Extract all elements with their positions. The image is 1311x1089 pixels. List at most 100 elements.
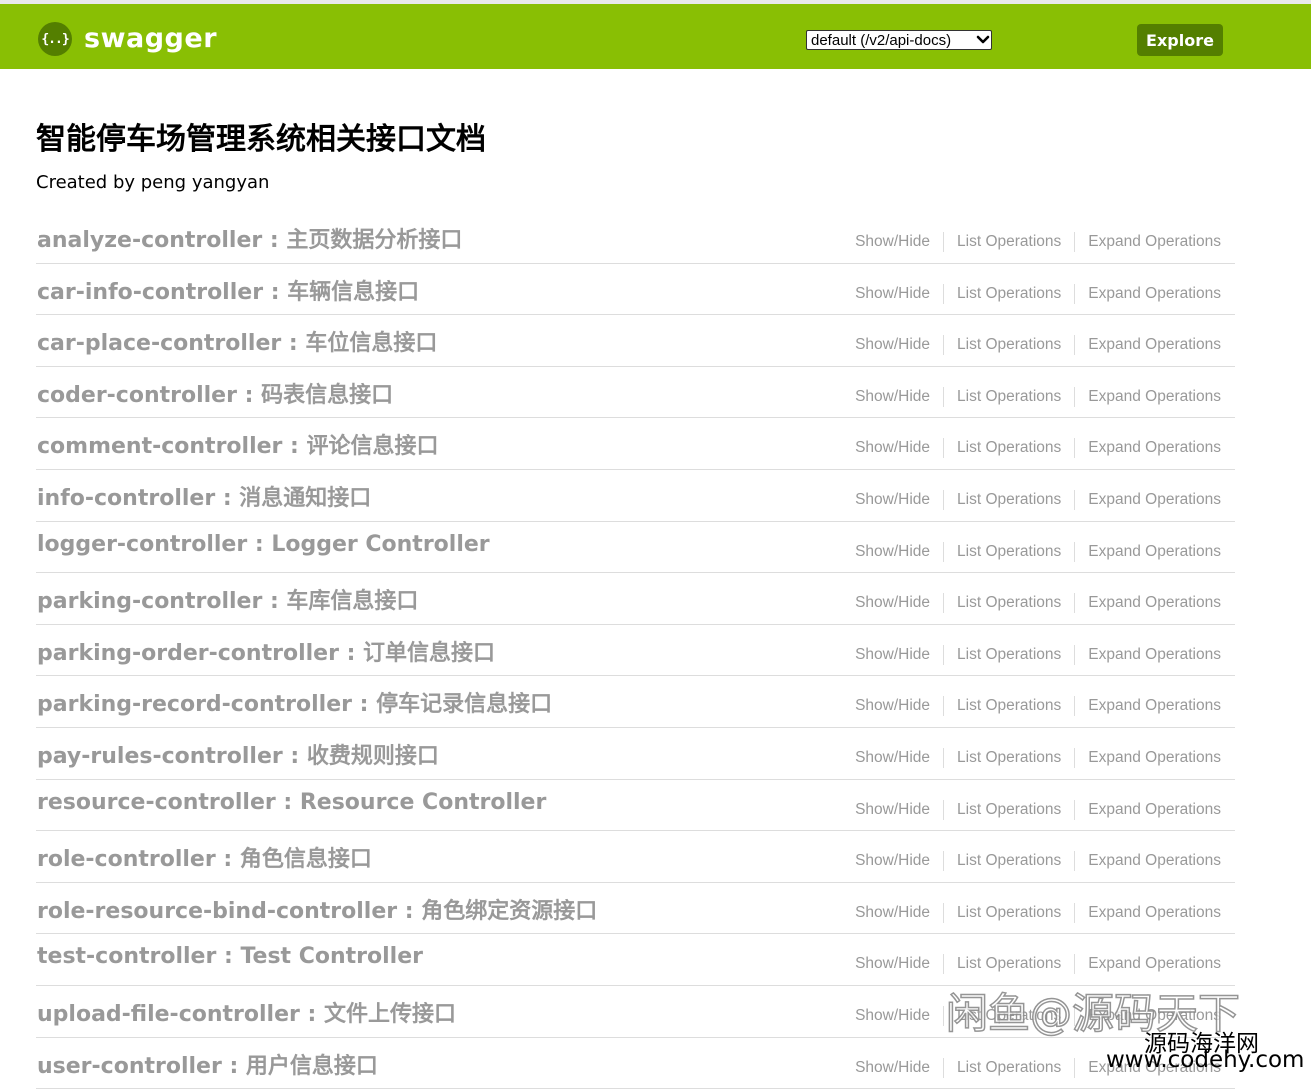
swagger-logo[interactable]: {..} swagger xyxy=(38,22,217,56)
resource-title-link[interactable]: resource-controller : Resource Controlle… xyxy=(37,790,546,815)
action-divider xyxy=(1074,851,1075,871)
expand-operations-link[interactable]: Expand Operations xyxy=(1088,388,1221,406)
swagger-logo-icon: {..} xyxy=(38,22,72,56)
resource-title-link[interactable]: parking-controller : 车库信息接口 xyxy=(37,583,418,615)
action-divider xyxy=(943,696,944,716)
action-divider xyxy=(1074,1006,1075,1026)
expand-operations-link[interactable]: Expand Operations xyxy=(1088,749,1221,767)
resource-title-link[interactable]: analyze-controller : 主页数据分析接口 xyxy=(37,222,462,254)
show-hide-link[interactable]: Show/Hide xyxy=(855,697,930,715)
resource-title-link[interactable]: pay-rules-controller : 收费规则接口 xyxy=(37,738,439,770)
resource-row: parking-record-controller : 停车记录信息接口 Show… xyxy=(36,676,1235,728)
watermark-site-url: www.codehy.com xyxy=(1106,1047,1304,1073)
expand-operations-link[interactable]: Expand Operations xyxy=(1088,594,1221,612)
show-hide-link[interactable]: Show/Hide xyxy=(855,646,930,664)
action-divider xyxy=(943,593,944,613)
action-divider xyxy=(1074,335,1075,355)
list-operations-link[interactable]: List Operations xyxy=(957,801,1061,819)
action-divider xyxy=(943,1006,944,1026)
resource-title-link[interactable]: upload-file-controller : 文件上传接口 xyxy=(37,996,456,1028)
show-hide-link[interactable]: Show/Hide xyxy=(855,233,930,251)
resource-actions: Show/Hide List Operations Expand Operation… xyxy=(855,284,1221,304)
list-operations-link[interactable]: List Operations xyxy=(957,955,1061,973)
list-operations-link[interactable]: List Operations xyxy=(957,749,1061,767)
show-hide-link[interactable]: Show/Hide xyxy=(855,904,930,922)
action-divider xyxy=(943,954,944,974)
action-divider xyxy=(1074,232,1075,252)
list-operations-link[interactable]: List Operations xyxy=(957,697,1061,715)
show-hide-link[interactable]: Show/Hide xyxy=(855,388,930,406)
resource-title-link[interactable]: coder-controller : 码表信息接口 xyxy=(37,377,393,409)
show-hide-link[interactable]: Show/Hide xyxy=(855,543,930,561)
list-operations-link[interactable]: List Operations xyxy=(957,1059,1061,1077)
expand-operations-link[interactable]: Expand Operations xyxy=(1088,646,1221,664)
resource-title-link[interactable]: parking-record-controller : 停车记录信息接口 xyxy=(37,686,552,718)
action-divider xyxy=(1074,490,1075,510)
show-hide-link[interactable]: Show/Hide xyxy=(855,1059,930,1077)
expand-operations-link[interactable]: Expand Operations xyxy=(1088,852,1221,870)
expand-operations-link[interactable]: Expand Operations xyxy=(1088,285,1221,303)
list-operations-link[interactable]: List Operations xyxy=(957,336,1061,354)
action-divider xyxy=(943,490,944,510)
list-operations-link[interactable]: List Operations xyxy=(957,233,1061,251)
show-hide-link[interactable]: Show/Hide xyxy=(855,336,930,354)
expand-operations-link[interactable]: Expand Operations xyxy=(1088,697,1221,715)
action-divider xyxy=(1074,387,1075,407)
resource-title-link[interactable]: info-controller : 消息通知接口 xyxy=(37,480,371,512)
resource-title-link[interactable]: role-resource-bind-controller : 角色绑定资源接口 xyxy=(37,893,597,925)
explore-button[interactable]: Explore xyxy=(1137,24,1223,56)
show-hide-link[interactable]: Show/Hide xyxy=(855,1007,930,1025)
resource-row: test-controller : Test Controller Show/Hi… xyxy=(36,934,1235,986)
resource-actions: Show/Hide List Operations Expand Operation… xyxy=(855,800,1221,820)
list-operations-link[interactable]: List Operations xyxy=(957,543,1061,561)
expand-operations-link[interactable]: Expand Operations xyxy=(1088,336,1221,354)
resource-title-link[interactable]: car-place-controller : 车位信息接口 xyxy=(37,325,437,357)
action-divider xyxy=(1074,696,1075,716)
resource-title-link[interactable]: role-controller : 角色信息接口 xyxy=(37,841,372,873)
resource-row: parking-order-controller : 订单信息接口 Show/Hi… xyxy=(36,625,1235,677)
expand-operations-link[interactable]: Expand Operations xyxy=(1088,801,1221,819)
list-operations-link[interactable]: List Operations xyxy=(957,491,1061,509)
resource-title-link[interactable]: parking-order-controller : 订单信息接口 xyxy=(37,635,495,667)
list-operations-link[interactable]: List Operations xyxy=(957,439,1061,457)
action-divider xyxy=(943,748,944,768)
list-operations-link[interactable]: List Operations xyxy=(957,388,1061,406)
action-divider xyxy=(943,284,944,304)
resource-title-link[interactable]: comment-controller : 评论信息接口 xyxy=(37,428,439,460)
show-hide-link[interactable]: Show/Hide xyxy=(855,439,930,457)
page-title: 智能停车场管理系统相关接口文档 xyxy=(36,114,486,158)
expand-operations-link[interactable]: Expand Operations xyxy=(1088,904,1221,922)
show-hide-link[interactable]: Show/Hide xyxy=(855,852,930,870)
list-operations-link[interactable]: List Operations xyxy=(957,852,1061,870)
list-operations-link[interactable]: List Operations xyxy=(957,904,1061,922)
expand-operations-link[interactable]: Expand Operations xyxy=(1088,233,1221,251)
resource-row: info-controller : 消息通知接口 Show/Hide List Op… xyxy=(36,470,1235,522)
action-divider xyxy=(1074,954,1075,974)
resource-title-link[interactable]: user-controller : 用户信息接口 xyxy=(37,1048,378,1080)
list-operations-link[interactable]: List Operations xyxy=(957,646,1061,664)
show-hide-link[interactable]: Show/Hide xyxy=(855,749,930,767)
expand-operations-link[interactable]: Expand Operations xyxy=(1088,491,1221,509)
resource-title-link[interactable]: car-info-controller : 车辆信息接口 xyxy=(37,274,419,306)
resource-actions: Show/Hide List Operations Expand Operation… xyxy=(855,438,1221,458)
show-hide-link[interactable]: Show/Hide xyxy=(855,285,930,303)
list-operations-link[interactable]: List Operations xyxy=(957,1007,1061,1025)
resource-title-link[interactable]: test-controller : Test Controller xyxy=(37,944,423,969)
action-divider xyxy=(943,645,944,665)
list-operations-link[interactable]: List Operations xyxy=(957,285,1061,303)
show-hide-link[interactable]: Show/Hide xyxy=(855,801,930,819)
api-docs-select-value: default (/v2/api-docs) xyxy=(811,32,975,49)
expand-operations-link[interactable]: Expand Operations xyxy=(1088,955,1221,973)
resource-actions: Show/Hide List Operations Expand Operation… xyxy=(855,387,1221,407)
list-operations-link[interactable]: List Operations xyxy=(957,594,1061,612)
show-hide-link[interactable]: Show/Hide xyxy=(855,955,930,973)
api-docs-select[interactable]: default (/v2/api-docs) xyxy=(806,30,992,50)
expand-operations-link[interactable]: Expand Operations xyxy=(1088,439,1221,457)
resource-row: coder-controller : 码表信息接口 Show/Hide List O… xyxy=(36,367,1235,419)
expand-operations-link[interactable]: Expand Operations xyxy=(1088,543,1221,561)
show-hide-link[interactable]: Show/Hide xyxy=(855,594,930,612)
resource-row: analyze-controller : 主页数据分析接口 Show/Hide Li… xyxy=(36,212,1235,264)
resource-title-link[interactable]: logger-controller : Logger Controller xyxy=(37,532,490,557)
expand-operations-link[interactable]: Expand Operations xyxy=(1088,1007,1221,1025)
show-hide-link[interactable]: Show/Hide xyxy=(855,491,930,509)
